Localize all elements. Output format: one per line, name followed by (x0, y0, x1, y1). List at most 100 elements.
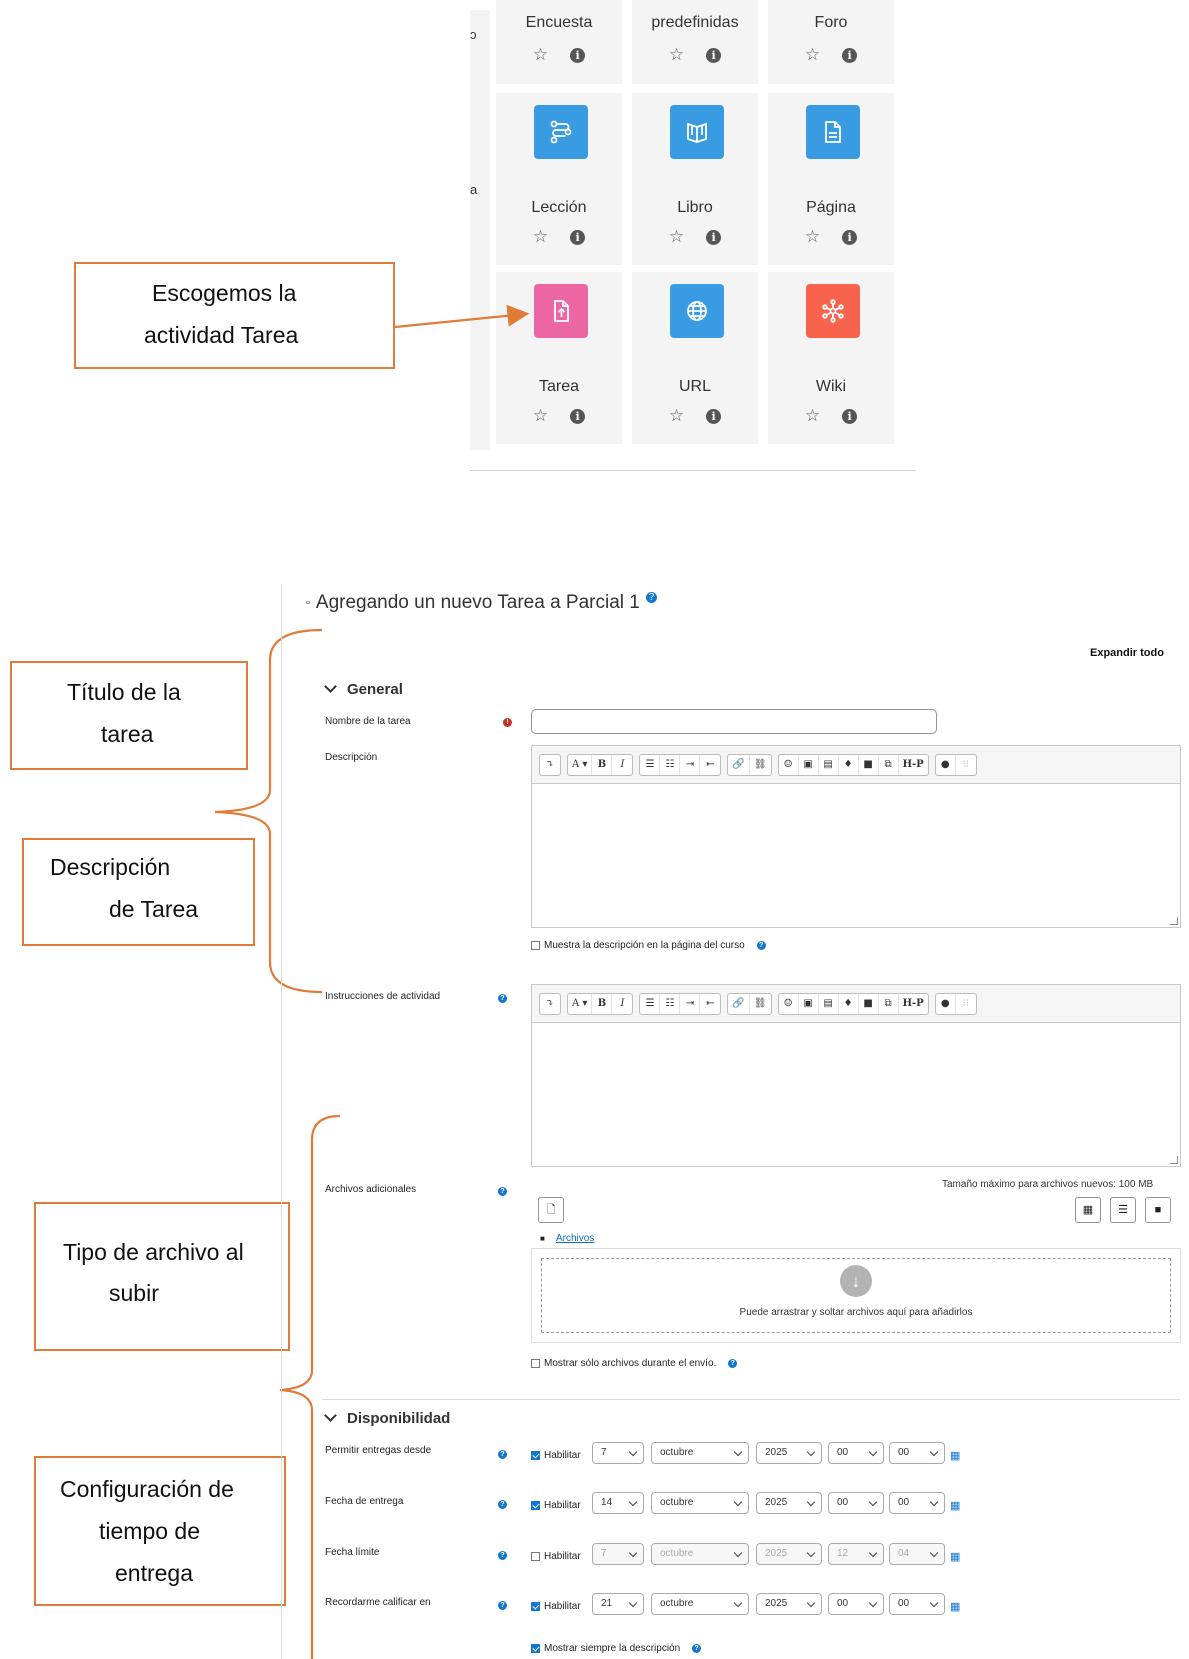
month-select[interactable]: octubre (651, 1593, 749, 1615)
only-files-checkbox[interactable]: Mostrar sólo archivos durante el envío. … (531, 1358, 738, 1369)
unlink-button[interactable]: ⛓ (750, 994, 771, 1014)
files-breadcrumb-link[interactable]: Archivos (556, 1233, 594, 1244)
collapse-button[interactable]: ⤵ (540, 755, 560, 775)
italic-button[interactable]: I (612, 755, 632, 775)
record-audio-button[interactable]: ♦ (839, 754, 859, 775)
day-select[interactable]: 7 (592, 1442, 644, 1464)
link-button[interactable]: 🔗 (728, 754, 750, 775)
task-name-input[interactable] (531, 709, 937, 734)
field-label-instructions: Instrucciones de actividad (325, 991, 441, 1002)
help-icon[interactable]: ? (498, 1500, 507, 1509)
hour-select[interactable]: 12 (828, 1543, 884, 1565)
month-select[interactable]: octubre (651, 1492, 749, 1514)
folder-view-icon[interactable]: ■ (1145, 1197, 1171, 1223)
enable-checkbox[interactable]: Habilitar (531, 1450, 581, 1461)
hour-select[interactable]: 00 (828, 1442, 884, 1464)
emoji-button[interactable]: ☺ (779, 754, 799, 775)
outdent-button[interactable]: ⇤ (700, 755, 720, 775)
calendar-icon[interactable]: ▦ (950, 1600, 960, 1613)
html-button[interactable]: ⁝⁝ (956, 994, 976, 1014)
instructions-editor[interactable]: ⤵ A ▾ B I ☰ ☷ ⇥ ⇤ 🔗 ⛓ ☺ ▣ ▤ ♦ ■ ⧉ H-P ● ⁝⁝ (531, 984, 1181, 1167)
section-availability[interactable]: Disponibilidad (322, 1409, 450, 1427)
help-icon[interactable]: ? (692, 1644, 702, 1653)
calendar-icon[interactable]: ▦ (950, 1550, 960, 1563)
help-icon[interactable]: ? (498, 1601, 507, 1610)
description-editor[interactable]: ⤵ A ▾ B I ☰ ☷ ⇥ ⇤ 🔗 ⛓ ☺ ▣ ▤ ♦ ■ ⧉ H-P ● ⁝⁝ (531, 745, 1181, 928)
h5p-button[interactable]: H-P (899, 994, 928, 1014)
help-icon[interactable]: ? (645, 591, 657, 603)
day-select[interactable]: 14 (592, 1492, 644, 1514)
minute-select[interactable]: 04 (889, 1543, 945, 1565)
italic-button[interactable]: I (612, 994, 632, 1014)
help-icon[interactable]: ? (498, 1450, 507, 1459)
outdent-button[interactable]: ⇤ (700, 994, 720, 1014)
page-title: ▫ Agregando un nuevo Tarea a Parcial 1 ? (306, 591, 657, 614)
enable-checkbox[interactable]: Habilitar (531, 1601, 581, 1612)
h5p-button[interactable]: H-P (899, 755, 928, 775)
media-button[interactable]: ▤ (819, 754, 839, 775)
bold-button[interactable]: B (592, 754, 613, 775)
help-icon[interactable]: ? (728, 1359, 738, 1368)
day-select[interactable]: 7 (592, 1543, 644, 1565)
collapse-button[interactable]: ⤵ (540, 994, 560, 1014)
grid-view-icon[interactable]: ▦ (1075, 1197, 1101, 1223)
hour-select[interactable]: 00 (828, 1492, 884, 1514)
year-select[interactable]: 2025 (756, 1543, 822, 1565)
manage-files-button[interactable]: ⧉ (879, 993, 899, 1014)
enable-checkbox[interactable]: Habilitar (531, 1500, 581, 1511)
show-description-checkbox[interactable]: Muestra la descripción en la página del … (531, 940, 766, 951)
emoji-button[interactable]: ☺ (779, 993, 799, 1014)
year-select[interactable]: 2025 (756, 1492, 822, 1514)
record-video-button[interactable]: ■ (859, 993, 879, 1014)
help-icon[interactable]: ? (498, 1551, 507, 1560)
year-select[interactable]: 2025 (756, 1593, 822, 1615)
help-icon[interactable]: ? (498, 1187, 507, 1196)
indent-button[interactable]: ⇥ (680, 993, 701, 1014)
bold-button[interactable]: B (592, 993, 613, 1014)
file-drop-zone[interactable]: ↓ Puede arrastrar y soltar archivos aquí… (531, 1248, 1181, 1343)
hour-select[interactable]: 00 (828, 1593, 884, 1615)
year-select[interactable]: 2025 (756, 1442, 822, 1464)
add-file-icon[interactable]: 🗋 (538, 1197, 564, 1223)
ordered-list-button[interactable]: ☷ (660, 754, 681, 775)
minute-select[interactable]: 00 (889, 1492, 945, 1514)
media-button[interactable]: ▤ (819, 993, 839, 1014)
always-show-description-checkbox[interactable]: Mostrar siempre la descripción ? (531, 1643, 702, 1654)
download-arrow-icon: ↓ (840, 1265, 872, 1297)
link-button[interactable]: 🔗 (728, 993, 750, 1014)
list-view-icon[interactable]: ☰ (1110, 1197, 1136, 1223)
unlink-button[interactable]: ⛓ (750, 755, 771, 775)
ordered-list-button[interactable]: ☷ (660, 993, 681, 1014)
expand-all-link[interactable]: Expandir todo (1090, 647, 1164, 659)
unordered-list-button[interactable]: ☰ (640, 754, 661, 775)
month-select[interactable]: octubre (651, 1442, 749, 1464)
help-icon[interactable]: ? (756, 941, 766, 950)
unordered-list-button[interactable]: ☰ (640, 993, 661, 1014)
enable-checkbox[interactable]: Habilitar (531, 1551, 581, 1562)
resize-handle[interactable] (1170, 1156, 1178, 1164)
html-button[interactable]: ⁝⁝ (956, 755, 976, 775)
style-button[interactable]: A ▾ (568, 754, 593, 775)
checkbox[interactable] (531, 941, 540, 950)
day-select[interactable]: 21 (592, 1593, 644, 1615)
calendar-icon[interactable]: ▦ (950, 1449, 960, 1462)
section-general[interactable]: General (322, 680, 403, 698)
record-audio-button[interactable]: ♦ (839, 993, 859, 1014)
folder-icon: ■ (540, 1234, 545, 1243)
image-button[interactable]: ▣ (799, 754, 819, 775)
manage-files-button[interactable]: ⧉ (879, 754, 899, 775)
minute-select[interactable]: 00 (889, 1442, 945, 1464)
resize-handle[interactable] (1170, 917, 1178, 925)
month-select[interactable]: octubre (651, 1543, 749, 1565)
accessibility-button[interactable]: ● (936, 993, 956, 1014)
record-video-button[interactable]: ■ (859, 754, 879, 775)
minute-select[interactable]: 00 (889, 1593, 945, 1615)
brace-files (279, 1114, 341, 1659)
calendar-icon[interactable]: ▦ (950, 1499, 960, 1512)
indent-button[interactable]: ⇥ (680, 754, 701, 775)
accessibility-button[interactable]: ● (936, 754, 956, 775)
image-button[interactable]: ▣ (799, 993, 819, 1014)
style-button[interactable]: A ▾ (568, 993, 593, 1014)
checkbox[interactable] (531, 1359, 540, 1368)
help-icon[interactable]: ? (498, 994, 507, 1003)
